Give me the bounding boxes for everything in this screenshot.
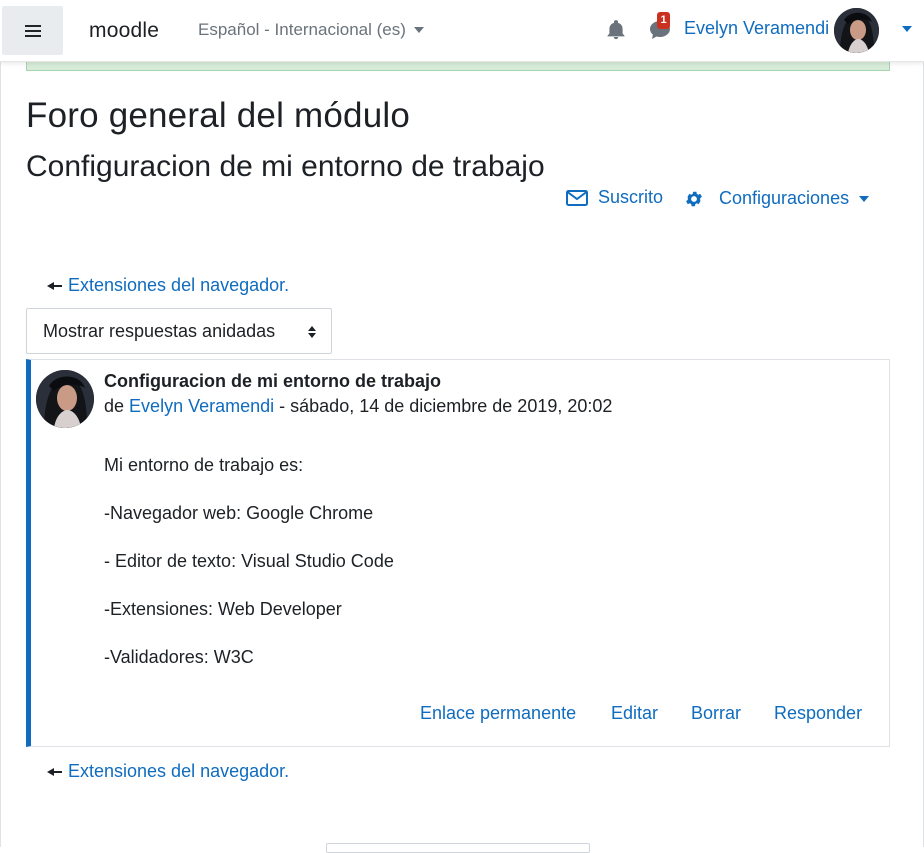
permalink-link[interactable]: Enlace permanente [420,703,576,724]
settings-menu[interactable]: Configuraciones [684,188,870,209]
post-subject: Configuracion de mi entorno de trabajo [104,371,442,391]
post-body-line: Mi entorno de trabajo es: [104,455,304,475]
user-menu-name[interactable]: Evelyn Veramendi [684,18,829,39]
language-menu[interactable]: Español - Internacional (es) [198,20,424,40]
post-body-line: -Validadores: W3C [104,647,254,667]
reply-link[interactable]: Responder [774,703,862,724]
subscribed-toggle[interactable]: Suscrito [566,187,663,208]
site-brand[interactable]: moodle [89,19,159,43]
next-discussion-link[interactable]: Extensiones del navegador. [47,761,289,782]
post-byline: de Evelyn Veramendi - sábado, 14 de dici… [104,396,612,417]
delete-link[interactable]: Borrar [691,703,741,724]
user-photo-icon [834,8,879,53]
chevron-down-icon[interactable] [902,26,912,32]
avatar[interactable] [834,8,879,53]
discussion-title: Configuracion de mi entorno de trabajo [26,150,545,183]
post-body-line: -Navegador web: Google Chrome [104,503,374,523]
post-date: - sábado, 14 de diciembre de 2019, 20:02 [279,396,613,416]
messages-count-badge: 1 [657,12,670,29]
notification-strip [26,62,890,71]
chevron-down-icon [413,27,424,33]
page-title: Foro general del módulo [26,96,410,135]
hamburger-icon [24,24,41,37]
display-mode-select[interactable]: Mostrar respuestas anidadas [26,308,332,354]
post-body-line: - Editor de texto: Visual Studio Code [104,551,394,571]
post-author-avatar[interactable] [36,370,94,428]
envelope-icon [566,189,588,206]
top-navbar: moodle Español - Internacional (es) 1 Ev… [0,0,924,62]
previous-discussion-link[interactable]: Extensiones del navegador. [47,275,289,296]
menu-toggle-button[interactable] [2,6,63,55]
gear-icon [686,191,702,206]
post-by-prefix: de [104,396,125,416]
arrow-left-icon [47,281,62,290]
jump-to-select[interactable] [326,843,590,853]
display-mode-value: Mostrar respuestas anidadas [43,320,276,341]
user-photo-icon [36,370,94,428]
bell-icon[interactable] [605,19,627,41]
post-body-line: -Extensiones: Web Developer [104,599,342,619]
previous-discussion-label: Extensiones del navegador. [68,275,290,295]
language-label: Español - Internacional (es) [198,20,406,39]
subscribed-label: Suscrito [598,187,664,207]
sort-updown-icon [308,326,316,338]
next-discussion-label: Extensiones del navegador. [68,761,290,781]
edit-link[interactable]: Editar [611,703,658,724]
settings-label: Configuraciones [719,188,850,208]
chevron-down-icon [859,195,870,202]
arrow-left-icon [47,767,62,776]
post-author-link[interactable]: Evelyn Veramendi [129,396,274,416]
